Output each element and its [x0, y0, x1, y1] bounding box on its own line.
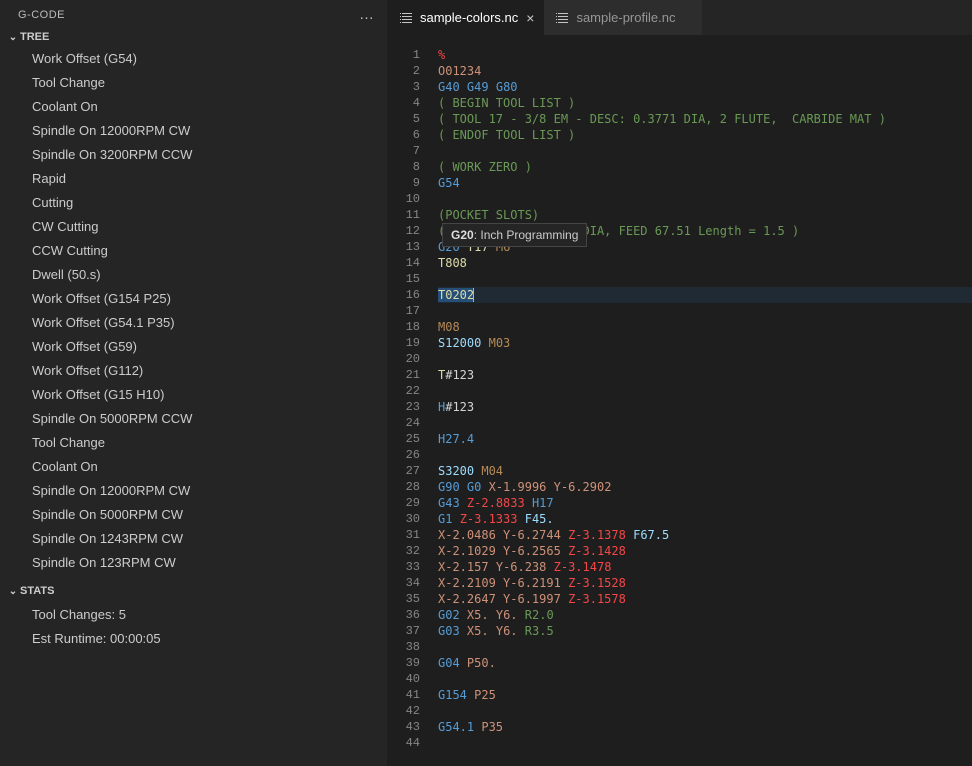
chevron-down-icon: ⌄	[6, 32, 20, 43]
sidebar-title: G-CODE	[18, 9, 65, 21]
section-header-stats[interactable]: ⌄ STATS	[0, 581, 387, 601]
tree-item[interactable]: Work Offset (G112)	[0, 359, 387, 383]
code-line[interactable]: H27.4	[438, 431, 972, 447]
code-line[interactable]: O01234	[438, 63, 972, 79]
code-line[interactable]: G04 P50.	[438, 655, 972, 671]
editor-tab[interactable]: sample-colors.nc ×	[388, 0, 544, 35]
code-line[interactable]: ( BEGIN TOOL LIST )	[438, 95, 972, 111]
editor: sample-colors.nc × sample-profile.nc× 1234…	[388, 0, 972, 766]
code-line[interactable]: (POCKET SLOTS)	[438, 207, 972, 223]
code-line[interactable]: S12000 M03	[438, 335, 972, 351]
tree-item[interactable]: Spindle On 12000RPM CW	[0, 479, 387, 503]
tree-item[interactable]: Dwell (50.s)	[0, 263, 387, 287]
tab-label: sample-colors.nc	[420, 10, 518, 25]
code-line[interactable]: M08	[438, 319, 972, 335]
code-line[interactable]	[438, 447, 972, 463]
code-line[interactable]	[438, 271, 972, 287]
code-line[interactable]: ( WORK ZERO )	[438, 159, 972, 175]
code-line[interactable]	[438, 415, 972, 431]
text-cursor	[473, 288, 474, 302]
tab-label: sample-profile.nc	[576, 10, 675, 25]
tree-item[interactable]: CW Cutting	[0, 215, 387, 239]
code-line[interactable]	[438, 383, 972, 399]
tree-item[interactable]: Spindle On 12000RPM CW	[0, 119, 387, 143]
code-line[interactable]: ( TOOL 17 - 3/8 EM - DESC: 0.3771 DIA, 2…	[438, 111, 972, 127]
tree-item[interactable]: Work Offset (G54)	[0, 47, 387, 71]
tree-list: Work Offset (G54)Tool ChangeCoolant OnSp…	[0, 47, 387, 581]
tree-item[interactable]: CCW Cutting	[0, 239, 387, 263]
code-line[interactable]	[438, 671, 972, 687]
tree-item[interactable]: Rapid	[0, 167, 387, 191]
code-line[interactable]: X-2.1029 Y-6.2565 Z-3.1428	[438, 543, 972, 559]
file-icon	[554, 10, 570, 26]
stats-list: Tool Changes: 5Est Runtime: 00:00:05	[0, 601, 387, 651]
line-gutter: 1234567891011121314151617181920212223242…	[388, 47, 438, 766]
code-area[interactable]: 1234567891011121314151617181920212223242…	[388, 35, 972, 766]
section-title: STATS	[20, 585, 54, 597]
code-line[interactable]	[438, 703, 972, 719]
code-line[interactable]: X-2.2109 Y-6.2191 Z-3.1528	[438, 575, 972, 591]
code-line[interactable]: T808	[438, 255, 972, 271]
code-line[interactable]: G40 G49 G80	[438, 79, 972, 95]
code-line[interactable]: X-2.2647 Y-6.1997 Z-3.1578	[438, 591, 972, 607]
code-body[interactable]: G20: Inch Programming %O01234G40 G49 G80…	[438, 47, 972, 766]
tooltip-code: G20	[451, 228, 474, 242]
code-line[interactable]: T0202	[438, 287, 972, 303]
code-line[interactable]: T#123	[438, 367, 972, 383]
close-icon[interactable]: ×	[526, 10, 534, 26]
stats-item: Tool Changes: 5	[0, 603, 387, 627]
editor-tab[interactable]: sample-profile.nc×	[544, 0, 701, 35]
tree-item[interactable]: Spindle On 3200RPM CCW	[0, 143, 387, 167]
tree-item[interactable]: Spindle On 123RPM CW	[0, 551, 387, 575]
code-line[interactable]: G54.1 P35	[438, 719, 972, 735]
code-line[interactable]: G90 G0 X-1.9996 Y-6.2902	[438, 479, 972, 495]
tree-item[interactable]: Work Offset (G15 H10)	[0, 383, 387, 407]
code-line[interactable]: X-2.157 Y-6.238 Z-3.1478	[438, 559, 972, 575]
tree-item[interactable]: Tool Change	[0, 71, 387, 95]
sidebar: G-CODE … ⌄ TREE Work Offset (G54)Tool Ch…	[0, 0, 388, 766]
tree-item[interactable]: Spindle On 5000RPM CCW	[0, 407, 387, 431]
tree-item[interactable]: Work Offset (G54.1 P35)	[0, 311, 387, 335]
tree-item[interactable]: Tool Change	[0, 431, 387, 455]
tooltip-desc: Inch Programming	[480, 228, 578, 242]
tree-item[interactable]: Work Offset (G59)	[0, 335, 387, 359]
section-header-tree[interactable]: ⌄ TREE	[0, 27, 387, 47]
code-line[interactable]	[438, 735, 972, 751]
tree-item[interactable]: Coolant On	[0, 455, 387, 479]
sidebar-header: G-CODE …	[0, 0, 387, 27]
tree-item[interactable]: Work Offset (G154 P25)	[0, 287, 387, 311]
hover-tooltip: G20: Inch Programming	[442, 223, 587, 247]
code-line[interactable]: G1 Z-3.1333 F45.	[438, 511, 972, 527]
code-line[interactable]: %	[438, 47, 972, 63]
tree-item[interactable]: Spindle On 5000RPM CW	[0, 503, 387, 527]
code-line[interactable]: ( ENDOF TOOL LIST )	[438, 127, 972, 143]
code-line[interactable]	[438, 303, 972, 319]
code-line[interactable]: G02 X5. Y6. R2.0	[438, 607, 972, 623]
sidebar-more-icon[interactable]: …	[359, 6, 375, 23]
code-line[interactable]	[438, 191, 972, 207]
stats-item: Est Runtime: 00:00:05	[0, 627, 387, 651]
code-line[interactable]	[438, 143, 972, 159]
code-line[interactable]: G154 P25	[438, 687, 972, 703]
code-line[interactable]: X-2.0486 Y-6.2744 Z-3.1378 F67.5	[438, 527, 972, 543]
file-icon	[398, 10, 414, 26]
tree-item[interactable]: Coolant On	[0, 95, 387, 119]
code-line[interactable]: G43 Z-2.8833 H17	[438, 495, 972, 511]
code-line[interactable]: H#123	[438, 399, 972, 415]
tree-item[interactable]: Cutting	[0, 191, 387, 215]
code-line[interactable]	[438, 639, 972, 655]
code-line[interactable]	[438, 351, 972, 367]
tree-item[interactable]: Spindle On 1243RPM CW	[0, 527, 387, 551]
code-line[interactable]: G54	[438, 175, 972, 191]
code-line[interactable]: S3200 M04	[438, 463, 972, 479]
section-title: TREE	[20, 31, 49, 43]
tab-bar: sample-colors.nc × sample-profile.nc×	[388, 0, 972, 35]
chevron-down-icon: ⌄	[6, 586, 20, 597]
code-line[interactable]: G03 X5. Y6. R3.5	[438, 623, 972, 639]
